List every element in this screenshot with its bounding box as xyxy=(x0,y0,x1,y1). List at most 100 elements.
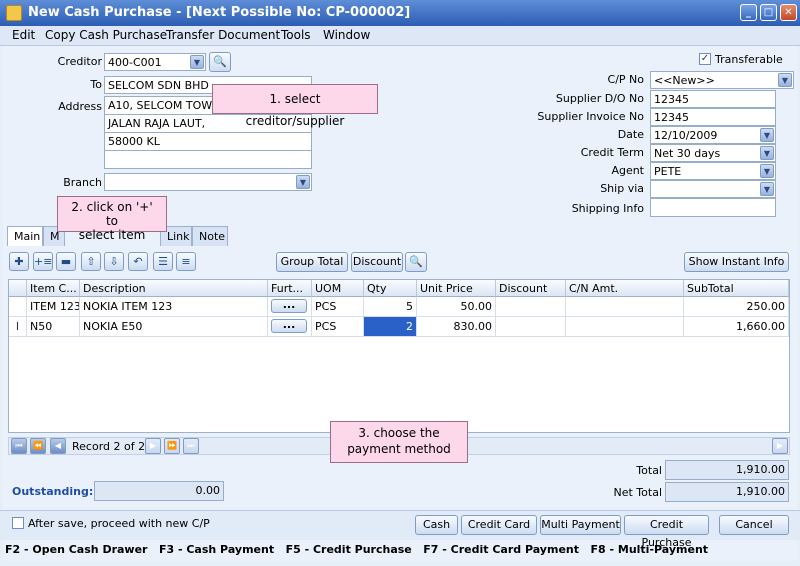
table-row-further[interactable]: ... xyxy=(268,297,312,317)
table-row-description[interactable]: NOKIA ITEM 123 xyxy=(80,297,268,317)
menu-edit[interactable]: Edit xyxy=(12,28,35,42)
hotkey-hints: F2 - Open Cash Drawer F3 - Cash Payment … xyxy=(5,543,709,556)
table-row-subtotal[interactable]: 250.00 xyxy=(684,297,789,317)
move-up-button[interactable]: ⇧ xyxy=(81,252,101,271)
close-icon[interactable]: ✕ xyxy=(780,4,797,21)
move-down-button[interactable]: ⇩ xyxy=(104,252,124,271)
menu-tools[interactable]: Tools xyxy=(281,28,311,42)
chevron-down-icon[interactable]: ▼ xyxy=(778,73,792,87)
after-save-label: After save, proceed with new C/P xyxy=(28,517,210,530)
grid-header-further[interactable]: Furt... xyxy=(268,280,312,297)
grid-header-item-code[interactable]: Item C... xyxy=(27,280,80,297)
grid-header-unit-price[interactable]: Unit Price xyxy=(417,280,496,297)
supplier-do-field[interactable]: 12345 xyxy=(650,90,776,108)
cash-button[interactable]: Cash xyxy=(415,515,458,535)
further-details-button[interactable]: ... xyxy=(271,299,307,313)
table-row-cn-amt[interactable] xyxy=(566,317,684,337)
table-row-uom[interactable]: PCS xyxy=(312,297,364,317)
chevron-down-icon[interactable]: ▼ xyxy=(296,175,310,189)
supplier-invoice-field[interactable]: 12345 xyxy=(650,108,776,126)
grid-header-cn-amt[interactable]: C/N Amt. xyxy=(566,280,684,297)
branch-label: Branch xyxy=(63,176,102,189)
to-label: To xyxy=(90,78,102,91)
credit-purchase-button[interactable]: Credit Purchase xyxy=(624,515,709,549)
menu-transfer-document[interactable]: Transfer Document xyxy=(166,28,280,42)
subtotal-button[interactable]: ≡ xyxy=(176,252,196,271)
subtotal-icon: ≡ xyxy=(181,255,191,268)
grid-header-qty[interactable]: Qty xyxy=(364,280,417,297)
grid-header-indicator xyxy=(9,280,27,297)
tab-main[interactable]: Main xyxy=(7,226,43,246)
search-creditor-button[interactable]: 🔍 xyxy=(209,52,231,72)
cancel-button[interactable]: Cancel xyxy=(719,515,789,535)
table-row-item-code[interactable]: N50 xyxy=(27,317,80,337)
next-record-icon[interactable]: ▶ xyxy=(145,438,161,454)
insert-item-button[interactable]: +≡ xyxy=(33,252,53,271)
undo-button[interactable]: ↶ xyxy=(128,252,148,271)
multi-payment-button[interactable]: Multi Payment xyxy=(540,515,621,535)
branch-field[interactable] xyxy=(104,173,312,191)
agent-field[interactable]: PETE xyxy=(650,162,776,180)
cp-no-field[interactable]: <<New>> xyxy=(650,71,794,89)
grid-header-description[interactable]: Description xyxy=(80,280,268,297)
table-row-item-code[interactable]: ITEM 123 xyxy=(27,297,80,317)
credit-card-button[interactable]: Credit Card xyxy=(461,515,537,535)
chevron-down-icon[interactable]: ▼ xyxy=(190,55,204,69)
chevron-down-icon[interactable]: ▼ xyxy=(760,146,774,160)
supplier-invoice-label: Supplier Invoice No xyxy=(537,110,644,123)
chevron-down-icon[interactable]: ▼ xyxy=(760,182,774,196)
scroll-right-icon[interactable]: ▶ xyxy=(772,438,788,454)
credit-term-field[interactable]: Net 30 days xyxy=(650,144,776,162)
menu-window[interactable]: Window xyxy=(323,28,370,42)
address-line-4[interactable] xyxy=(104,150,312,169)
minimize-icon[interactable]: _ xyxy=(740,4,757,21)
table-row-unit-price[interactable]: 830.00 xyxy=(417,317,496,337)
prev-record-icon[interactable]: ◀ xyxy=(50,438,66,454)
chevron-down-icon[interactable]: ▼ xyxy=(760,164,774,178)
table-row-uom[interactable]: PCS xyxy=(312,317,364,337)
arrow-down-icon: ⇩ xyxy=(109,255,119,268)
search-item-button[interactable]: 🔍 xyxy=(405,252,427,272)
chevron-down-icon[interactable]: ▼ xyxy=(760,128,774,142)
ship-via-label: Ship via xyxy=(600,182,644,195)
table-row-further[interactable]: ... xyxy=(268,317,312,337)
shipping-info-label: Shipping Info xyxy=(571,202,644,215)
address-line-3[interactable]: 58000 KL xyxy=(104,132,312,151)
discount-button[interactable]: Discount xyxy=(351,252,403,272)
maximize-icon[interactable]: □ xyxy=(760,4,777,21)
next-page-icon[interactable]: ⏩ xyxy=(164,438,180,454)
item-grid: Item C... Description Furt... UOM Qty Un… xyxy=(8,279,790,433)
prev-page-icon[interactable]: ⏪ xyxy=(30,438,46,454)
add-item-button[interactable]: ✚ xyxy=(9,252,29,271)
transferable-checkbox[interactable]: ✓ xyxy=(699,53,711,65)
after-save-checkbox[interactable] xyxy=(12,517,24,529)
further-details-button[interactable]: ... xyxy=(271,319,307,333)
table-row-discount[interactable] xyxy=(496,297,566,317)
creditor-label: Creditor xyxy=(57,55,102,68)
table-row-qty-selected[interactable]: 2 xyxy=(364,317,417,337)
table-row-description[interactable]: NOKIA E50 xyxy=(80,317,268,337)
credit-term-label: Credit Term xyxy=(580,146,644,159)
tab-note[interactable]: Note xyxy=(192,226,228,246)
menu-copy-cash-purchase[interactable]: Copy Cash Purchase xyxy=(45,28,167,42)
table-row-discount[interactable] xyxy=(496,317,566,337)
grid-header-uom[interactable]: UOM xyxy=(312,280,364,297)
show-instant-info-button[interactable]: Show Instant Info xyxy=(684,252,789,272)
table-row-cn-amt[interactable] xyxy=(566,297,684,317)
title-bar: New Cash Purchase - [Next Possible No: C… xyxy=(0,0,800,26)
table-row-qty[interactable]: 5 xyxy=(364,297,417,317)
grid-header-discount[interactable]: Discount xyxy=(496,280,566,297)
ship-via-field[interactable] xyxy=(650,180,776,198)
delete-item-button[interactable]: ▬ xyxy=(56,252,76,271)
last-record-icon[interactable]: ⏭ xyxy=(183,438,199,454)
grid-header-subtotal[interactable]: SubTotal xyxy=(684,280,789,297)
group-total-button[interactable]: Group Total xyxy=(276,252,348,272)
row-edit-indicator: I xyxy=(9,317,27,337)
shipping-info-field[interactable] xyxy=(650,198,776,217)
callout-line: 3. choose the xyxy=(358,426,440,440)
first-record-icon[interactable]: ⏮ xyxy=(11,438,27,454)
list-button[interactable]: ☰ xyxy=(153,252,173,271)
date-field[interactable]: 12/10/2009 xyxy=(650,126,776,144)
table-row-unit-price[interactable]: 50.00 xyxy=(417,297,496,317)
table-row-subtotal[interactable]: 1,660.00 xyxy=(684,317,789,337)
